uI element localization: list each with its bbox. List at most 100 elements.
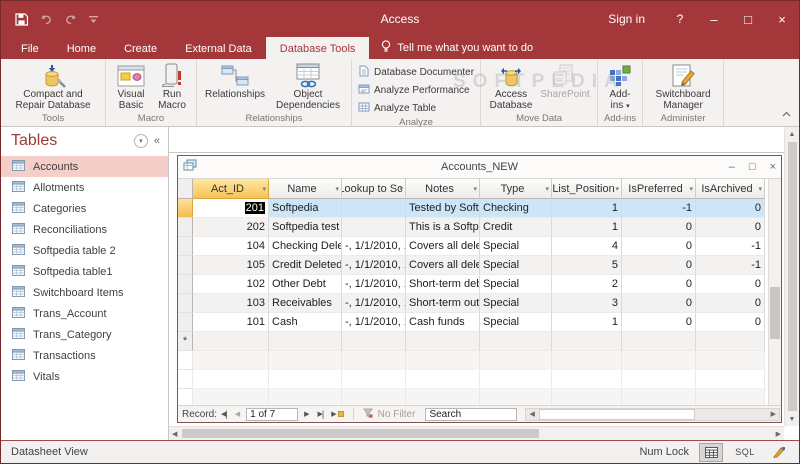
table-cell[interactable]: Special xyxy=(480,275,552,294)
column-header-type[interactable]: Type▾ xyxy=(480,179,552,199)
document-horizontal-scrollbar[interactable]: ◀ ▶ xyxy=(525,408,780,421)
table-cell[interactable]: 1 xyxy=(552,199,622,218)
sidebar-item-softpedia-table1[interactable]: Softpedia table1 xyxy=(1,261,168,282)
table-cell[interactable]: 2 xyxy=(552,275,622,294)
record-position-box[interactable] xyxy=(246,408,298,421)
hscroll-thumb[interactable] xyxy=(539,409,696,420)
sidebar-item-reconciliations[interactable]: Reconciliations xyxy=(1,219,168,240)
tab-external-data[interactable]: External Data xyxy=(171,37,266,59)
analyze-performance-button[interactable]: Analyze Performance xyxy=(358,83,474,98)
table-cell[interactable] xyxy=(342,218,406,237)
table-cell[interactable]: This is a Softpe xyxy=(406,218,480,237)
table-cell[interactable]: 201 xyxy=(193,199,269,218)
column-header-isarchived[interactable]: IsArchived▾ xyxy=(696,179,765,199)
column-header-notes[interactable]: Notes▾ xyxy=(406,179,480,199)
table-cell[interactable]: Softpedia xyxy=(269,199,342,218)
row-selector[interactable] xyxy=(178,237,193,256)
tab-database-tools[interactable]: Database Tools xyxy=(266,37,370,59)
table-cell[interactable]: -, 1/1/2010, 1/1 xyxy=(342,313,406,332)
sharepoint-button[interactable]: SharePoint xyxy=(537,61,593,101)
table-cell[interactable]: Special xyxy=(480,313,552,332)
hscroll-left-icon[interactable]: ◀ xyxy=(526,410,537,418)
table-cell[interactable] xyxy=(342,199,406,218)
row-selector[interactable] xyxy=(178,313,193,332)
switchboard-manager-button[interactable]: Switchboard Manager xyxy=(647,61,719,112)
main-horizontal-scrollbar[interactable]: ◀ ▶ xyxy=(169,426,784,440)
table-cell[interactable]: 0 xyxy=(622,218,696,237)
new-record-button[interactable]: ▶ xyxy=(327,410,347,418)
next-record-button[interactable]: ▶ xyxy=(300,410,313,418)
table-cell[interactable]: 202 xyxy=(193,218,269,237)
table-cell[interactable]: Special xyxy=(480,237,552,256)
row-selector[interactable] xyxy=(178,199,193,218)
empty-cell[interactable] xyxy=(193,332,269,351)
column-header-ispreferred[interactable]: IsPreferred▾ xyxy=(622,179,696,199)
vscroll-down-icon[interactable]: ▼ xyxy=(785,412,799,426)
tell-me-box[interactable]: Tell me what you want to do xyxy=(369,37,545,59)
main-hscroll-right-icon[interactable]: ▶ xyxy=(773,430,784,438)
table-cell[interactable]: -1 xyxy=(622,199,696,218)
column-dropdown-icon[interactable]: ▾ xyxy=(545,185,549,193)
tab-create[interactable]: Create xyxy=(110,37,171,59)
database-documenter-button[interactable]: Database Documenter xyxy=(358,65,474,80)
table-cell[interactable]: 103 xyxy=(193,294,269,313)
empty-cell[interactable] xyxy=(552,332,622,351)
tab-home[interactable]: Home xyxy=(53,37,110,59)
table-cell[interactable]: -1 xyxy=(696,237,765,256)
empty-cell[interactable] xyxy=(406,332,480,351)
table-cell[interactable]: 4 xyxy=(552,237,622,256)
undo-icon[interactable] xyxy=(39,14,53,25)
object-dependencies-button[interactable]: Object Dependencies xyxy=(269,61,347,112)
table-cell[interactable]: 0 xyxy=(696,218,765,237)
table-cell[interactable]: -1 xyxy=(696,256,765,275)
main-hscroll-left-icon[interactable]: ◀ xyxy=(169,430,180,438)
column-dropdown-icon[interactable]: ▾ xyxy=(335,185,339,193)
sidebar-item-softpedia-table-2[interactable]: Softpedia table 2 xyxy=(1,240,168,261)
table-cell[interactable]: Checking Delet xyxy=(269,237,342,256)
main-vertical-scrollbar[interactable]: ▲ ▼ xyxy=(784,127,799,426)
sidebar-item-accounts[interactable]: Accounts xyxy=(1,156,168,177)
column-header-lookup-to-sc[interactable]: Lookup to Sc▾ xyxy=(342,179,406,199)
table-cell[interactable]: 101 xyxy=(193,313,269,332)
empty-cell[interactable] xyxy=(480,332,552,351)
table-cell[interactable]: 3 xyxy=(552,294,622,313)
table-cell[interactable]: 0 xyxy=(622,256,696,275)
nav-pane-menu-icon[interactable]: ▾ xyxy=(134,134,148,148)
table-cell[interactable]: 105 xyxy=(193,256,269,275)
table-cell[interactable]: Other Debt xyxy=(269,275,342,294)
document-vertical-scrollbar[interactable] xyxy=(768,179,781,405)
save-icon[interactable] xyxy=(15,13,28,26)
last-record-button[interactable]: ▶| xyxy=(314,409,328,419)
column-dropdown-icon[interactable]: ▾ xyxy=(262,185,266,193)
sidebar-item-transactions[interactable]: Transactions xyxy=(1,345,168,366)
table-cell[interactable]: Softpedia test xyxy=(269,218,342,237)
table-cell[interactable]: 0 xyxy=(622,237,696,256)
empty-cell[interactable] xyxy=(696,332,765,351)
relationships-button[interactable]: Relationships xyxy=(201,61,269,101)
table-cell[interactable]: Receivables xyxy=(269,294,342,313)
compact-repair-button[interactable]: Compact and Repair Database xyxy=(5,61,101,112)
main-vscroll-thumb[interactable] xyxy=(788,142,797,411)
column-header-list-position[interactable]: List_Position▾ xyxy=(552,179,622,199)
sql-view-button[interactable]: SQL xyxy=(733,443,757,462)
row-selector[interactable] xyxy=(178,294,193,313)
collapse-ribbon-icon[interactable] xyxy=(782,104,791,122)
doc-minimize-icon[interactable]: – xyxy=(729,161,735,173)
table-cell[interactable]: Special xyxy=(480,256,552,275)
table-cell[interactable]: -, 1/1/2010, 1/1 xyxy=(342,294,406,313)
table-cell[interactable]: -, 1/1/2010, 1/1 xyxy=(342,275,406,294)
row-selector[interactable] xyxy=(178,256,193,275)
column-dropdown-icon[interactable]: ▾ xyxy=(473,185,477,193)
add-ins-button[interactable]: Add-ins ▾ xyxy=(602,61,638,112)
table-cell[interactable]: Special xyxy=(480,294,552,313)
nav-pane-collapse-icon[interactable]: « xyxy=(154,135,160,147)
vscroll-up-icon[interactable]: ▲ xyxy=(785,127,799,141)
table-cell[interactable]: 102 xyxy=(193,275,269,294)
minimize-button[interactable]: – xyxy=(697,1,731,37)
hscroll-right-icon[interactable]: ▶ xyxy=(768,410,779,418)
doc-close-icon[interactable]: × xyxy=(770,161,776,173)
table-cell[interactable]: Credit Deleted xyxy=(269,256,342,275)
table-cell[interactable]: 0 xyxy=(696,199,765,218)
table-cell[interactable]: 0 xyxy=(622,313,696,332)
column-dropdown-icon[interactable]: ▾ xyxy=(399,185,403,193)
